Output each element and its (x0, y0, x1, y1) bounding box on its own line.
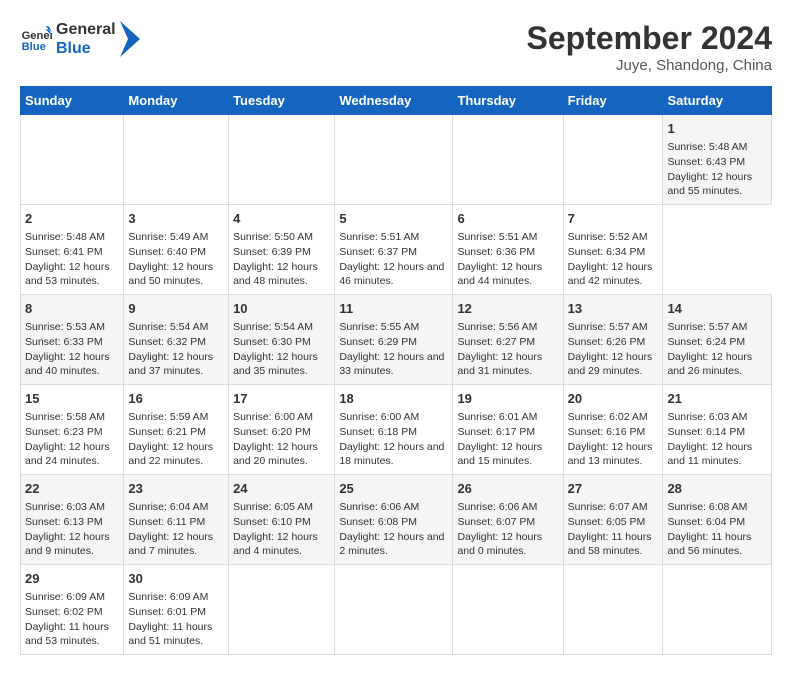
logo-blue: Blue (56, 39, 116, 58)
day-number: 17 (233, 390, 330, 408)
calendar-day: 14Sunrise: 5:57 AMSunset: 6:24 PMDayligh… (663, 295, 772, 385)
calendar-day: 2Sunrise: 5:48 AMSunset: 6:41 PMDaylight… (21, 205, 124, 295)
day-number: 25 (339, 480, 448, 498)
empty-cell (21, 115, 124, 205)
day-number: 1 (667, 120, 767, 138)
calendar-day: 20Sunrise: 6:02 AMSunset: 6:16 PMDayligh… (563, 385, 663, 475)
calendar-day: 6Sunrise: 5:51 AMSunset: 6:36 PMDaylight… (453, 205, 563, 295)
day-number: 19 (457, 390, 558, 408)
logo: General Blue General Blue (20, 20, 140, 58)
day-number: 3 (128, 210, 224, 228)
empty-cell (453, 115, 563, 205)
calendar-day: 28Sunrise: 6:08 AMSunset: 6:04 PMDayligh… (663, 475, 772, 565)
calendar-day: 22Sunrise: 6:03 AMSunset: 6:13 PMDayligh… (21, 475, 124, 565)
logo-arrow-icon (120, 21, 140, 57)
empty-cell (453, 565, 563, 655)
svg-text:General: General (22, 30, 52, 42)
day-number: 6 (457, 210, 558, 228)
day-number: 24 (233, 480, 330, 498)
calendar-week-row: 1Sunrise: 5:48 AMSunset: 6:43 PMDaylight… (21, 115, 772, 205)
day-number: 13 (568, 300, 659, 318)
empty-cell (335, 565, 453, 655)
calendar-day: 5Sunrise: 5:51 AMSunset: 6:37 PMDaylight… (335, 205, 453, 295)
calendar-week-row: 2Sunrise: 5:48 AMSunset: 6:41 PMDaylight… (21, 205, 772, 295)
calendar-day: 3Sunrise: 5:49 AMSunset: 6:40 PMDaylight… (124, 205, 229, 295)
empty-cell (124, 115, 229, 205)
calendar-day: 18Sunrise: 6:00 AMSunset: 6:18 PMDayligh… (335, 385, 453, 475)
calendar-day: 19Sunrise: 6:01 AMSunset: 6:17 PMDayligh… (453, 385, 563, 475)
day-number: 26 (457, 480, 558, 498)
location-subtitle: Juye, Shandong, China (527, 57, 772, 74)
day-number: 23 (128, 480, 224, 498)
calendar-day: 26Sunrise: 6:06 AMSunset: 6:07 PMDayligh… (453, 475, 563, 565)
calendar-day: 13Sunrise: 5:57 AMSunset: 6:26 PMDayligh… (563, 295, 663, 385)
day-number: 4 (233, 210, 330, 228)
calendar-day: 17Sunrise: 6:00 AMSunset: 6:20 PMDayligh… (229, 385, 335, 475)
calendar-day: 29Sunrise: 6:09 AMSunset: 6:02 PMDayligh… (21, 565, 124, 655)
header-tuesday: Tuesday (229, 87, 335, 115)
page-header: General Blue General Blue September 2024… (20, 20, 772, 74)
empty-cell (663, 565, 772, 655)
calendar-week-row: 22Sunrise: 6:03 AMSunset: 6:13 PMDayligh… (21, 475, 772, 565)
calendar-day: 24Sunrise: 6:05 AMSunset: 6:10 PMDayligh… (229, 475, 335, 565)
calendar-day: 21Sunrise: 6:03 AMSunset: 6:14 PMDayligh… (663, 385, 772, 475)
title-block: September 2024 Juye, Shandong, China (527, 20, 772, 74)
header-thursday: Thursday (453, 87, 563, 115)
calendar-table: SundayMondayTuesdayWednesdayThursdayFrid… (20, 86, 772, 655)
header-sunday: Sunday (21, 87, 124, 115)
calendar-day: 1Sunrise: 5:48 AMSunset: 6:43 PMDaylight… (663, 115, 772, 205)
day-number: 9 (128, 300, 224, 318)
calendar-week-row: 8Sunrise: 5:53 AMSunset: 6:33 PMDaylight… (21, 295, 772, 385)
day-number: 11 (339, 300, 448, 318)
month-title: September 2024 (527, 20, 772, 57)
day-number: 12 (457, 300, 558, 318)
calendar-day: 27Sunrise: 6:07 AMSunset: 6:05 PMDayligh… (563, 475, 663, 565)
day-number: 7 (568, 210, 659, 228)
svg-text:Blue: Blue (22, 41, 46, 53)
calendar-day: 15Sunrise: 5:58 AMSunset: 6:23 PMDayligh… (21, 385, 124, 475)
empty-cell (563, 565, 663, 655)
calendar-week-row: 15Sunrise: 5:58 AMSunset: 6:23 PMDayligh… (21, 385, 772, 475)
calendar-day: 7Sunrise: 5:52 AMSunset: 6:34 PMDaylight… (563, 205, 663, 295)
header-saturday: Saturday (663, 87, 772, 115)
empty-cell (563, 115, 663, 205)
calendar-day: 16Sunrise: 5:59 AMSunset: 6:21 PMDayligh… (124, 385, 229, 475)
day-number: 8 (25, 300, 119, 318)
day-number: 30 (128, 570, 224, 588)
calendar-day: 25Sunrise: 6:06 AMSunset: 6:08 PMDayligh… (335, 475, 453, 565)
day-number: 27 (568, 480, 659, 498)
day-number: 28 (667, 480, 767, 498)
day-number: 18 (339, 390, 448, 408)
logo-icon: General Blue (20, 23, 52, 55)
calendar-day: 9Sunrise: 5:54 AMSunset: 6:32 PMDaylight… (124, 295, 229, 385)
empty-cell (229, 115, 335, 205)
header-monday: Monday (124, 87, 229, 115)
empty-cell (229, 565, 335, 655)
header-friday: Friday (563, 87, 663, 115)
calendar-day: 10Sunrise: 5:54 AMSunset: 6:30 PMDayligh… (229, 295, 335, 385)
day-number: 20 (568, 390, 659, 408)
day-number: 10 (233, 300, 330, 318)
day-number: 14 (667, 300, 767, 318)
empty-cell (335, 115, 453, 205)
calendar-day: 4Sunrise: 5:50 AMSunset: 6:39 PMDaylight… (229, 205, 335, 295)
day-number: 21 (667, 390, 767, 408)
day-number: 15 (25, 390, 119, 408)
day-number: 16 (128, 390, 224, 408)
day-number: 2 (25, 210, 119, 228)
calendar-day: 23Sunrise: 6:04 AMSunset: 6:11 PMDayligh… (124, 475, 229, 565)
calendar-day: 12Sunrise: 5:56 AMSunset: 6:27 PMDayligh… (453, 295, 563, 385)
day-number: 29 (25, 570, 119, 588)
calendar-header-row: SundayMondayTuesdayWednesdayThursdayFrid… (21, 87, 772, 115)
day-number: 5 (339, 210, 448, 228)
calendar-day: 8Sunrise: 5:53 AMSunset: 6:33 PMDaylight… (21, 295, 124, 385)
calendar-day: 11Sunrise: 5:55 AMSunset: 6:29 PMDayligh… (335, 295, 453, 385)
header-wednesday: Wednesday (335, 87, 453, 115)
calendar-day: 30Sunrise: 6:09 AMSunset: 6:01 PMDayligh… (124, 565, 229, 655)
calendar-week-row: 29Sunrise: 6:09 AMSunset: 6:02 PMDayligh… (21, 565, 772, 655)
day-number: 22 (25, 480, 119, 498)
